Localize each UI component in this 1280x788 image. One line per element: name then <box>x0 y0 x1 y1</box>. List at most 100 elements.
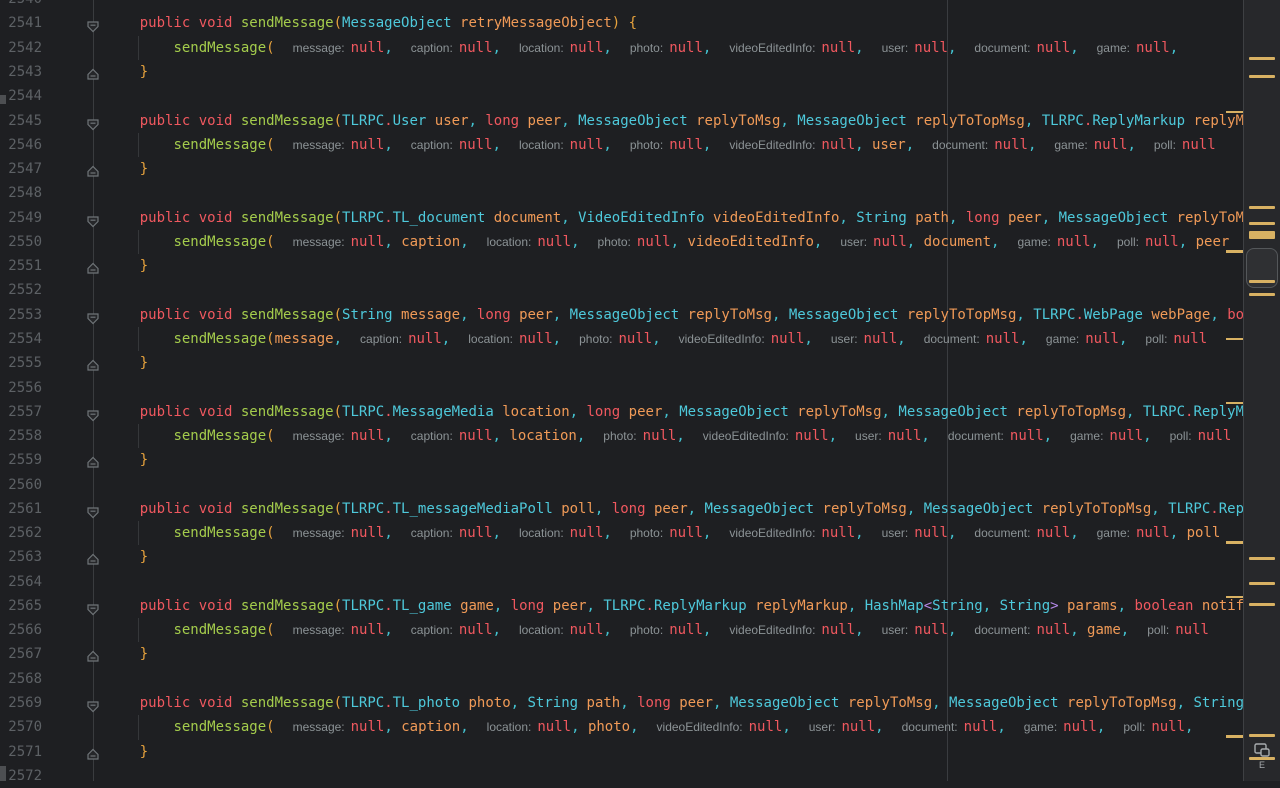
code-line[interactable]: 2561 public void sendMessage(TLRPC.TL_me… <box>0 497 1280 521</box>
line-number[interactable]: 2557 <box>0 400 42 424</box>
fold-end-icon[interactable] <box>86 647 100 663</box>
code-line[interactable]: 2564 <box>0 570 1280 594</box>
scrollbar-warning-mark[interactable] <box>1249 582 1275 585</box>
scrollbar-track[interactable] <box>1243 0 1280 781</box>
line-number[interactable]: 2553 <box>0 303 42 327</box>
scrollbar-warning-mark[interactable] <box>1249 734 1275 737</box>
line-number[interactable]: 2569 <box>0 691 42 715</box>
fold-start-icon[interactable] <box>86 16 100 33</box>
code-text[interactable] <box>106 376 1280 400</box>
line-number[interactable]: 2542 <box>0 36 42 60</box>
line-number[interactable]: 2571 <box>0 740 42 764</box>
line-number[interactable]: 2546 <box>0 133 42 157</box>
line-number[interactable]: 2567 <box>0 642 42 666</box>
code-line[interactable]: 2572 <box>0 764 1280 788</box>
scrollbar-warning-mark[interactable] <box>1249 206 1275 209</box>
code-text[interactable]: sendMessage(message: null, caption: null, l… <box>106 424 1280 448</box>
code-line[interactable]: 2567 } <box>0 642 1280 666</box>
fold-start-icon[interactable] <box>86 308 100 325</box>
line-number[interactable]: 2556 <box>0 376 42 400</box>
code-text[interactable] <box>106 570 1280 594</box>
code-text[interactable]: public void sendMessage(MessageObject re… <box>106 11 1280 35</box>
code-line[interactable]: 2571 } <box>0 740 1280 764</box>
line-number[interactable]: 2552 <box>0 278 42 302</box>
line-number[interactable]: 2545 <box>0 109 42 133</box>
code-text[interactable] <box>106 181 1280 205</box>
line-number[interactable]: 2550 <box>0 230 42 254</box>
line-number[interactable]: 2563 <box>0 545 42 569</box>
code-text[interactable]: sendMessage(message: null, caption: null, lo… <box>106 618 1280 642</box>
fold-end-icon[interactable] <box>86 550 100 566</box>
code-text[interactable]: public void sendMessage(TLRPC.TL_documen… <box>106 206 1280 230</box>
scrollbar-warning-mark[interactable] <box>1249 231 1275 239</box>
line-number[interactable]: 2549 <box>0 206 42 230</box>
code-line[interactable]: 2547 } <box>0 157 1280 181</box>
code-text[interactable]: public void sendMessage(TLRPC.TL_photo p… <box>106 691 1280 715</box>
code-text[interactable] <box>106 0 1280 11</box>
editor-corner-widget[interactable]: E <box>1250 743 1274 777</box>
code-line[interactable]: 2553 public void sendMessage(String mess… <box>0 303 1280 327</box>
code-text[interactable]: public void sendMessage(TLRPC.TL_message… <box>106 497 1280 521</box>
fold-end-icon[interactable] <box>86 65 100 80</box>
line-number[interactable]: 2544 <box>0 84 42 108</box>
fold-end-icon[interactable] <box>86 745 100 760</box>
code-line[interactable]: 2565 public void sendMessage(TLRPC.TL_ga… <box>0 594 1280 618</box>
code-text[interactable] <box>106 473 1280 497</box>
code-line[interactable]: 2549 public void sendMessage(TLRPC.TL_do… <box>0 206 1280 230</box>
line-number[interactable]: 2554 <box>0 327 42 351</box>
code-line[interactable]: 2545 public void sendMessage(TLRPC.User … <box>0 109 1280 133</box>
fold-end-icon[interactable] <box>86 162 100 177</box>
scrollbar-warning-mark[interactable] <box>1249 557 1275 560</box>
code-line[interactable]: 2560 <box>0 473 1280 497</box>
line-number[interactable]: 2572 <box>0 764 42 788</box>
code-text[interactable] <box>106 84 1280 108</box>
line-number[interactable]: 2560 <box>0 473 42 497</box>
scrollbar-warning-mark[interactable] <box>1249 603 1275 606</box>
line-number[interactable]: 2562 <box>0 521 42 545</box>
line-number[interactable]: 2540 <box>0 0 42 11</box>
fold-end-icon[interactable] <box>86 356 100 371</box>
code-line[interactable]: 2546 sendMessage(message: null, caption: nu… <box>0 133 1280 157</box>
code-line[interactable]: 2550 sendMessage(message: null, caption, l… <box>0 230 1280 254</box>
code-editor[interactable]: 25402541 public void sendMessage(Message… <box>0 0 1280 784</box>
code-text[interactable]: } <box>106 545 1280 569</box>
line-number[interactable]: 2561 <box>0 497 42 521</box>
code-line[interactable]: 2568 <box>0 667 1280 691</box>
code-line[interactable]: 2569 public void sendMessage(TLRPC.TL_ph… <box>0 691 1280 715</box>
code-line[interactable]: 2570 sendMessage(message: null, caption, l… <box>0 715 1280 739</box>
code-text[interactable]: sendMessage(message: null, caption, locati… <box>106 715 1280 739</box>
code-text[interactable]: } <box>106 254 1280 278</box>
fold-end-icon[interactable] <box>86 259 100 274</box>
fold-start-icon[interactable] <box>86 211 100 227</box>
fold-start-icon[interactable] <box>86 405 100 422</box>
line-number[interactable]: 2568 <box>0 667 42 691</box>
code-line[interactable]: 2563 } <box>0 545 1280 569</box>
code-text[interactable]: sendMessage(message: null, caption, locati… <box>106 230 1280 254</box>
code-text[interactable]: public void sendMessage(TLRPC.TL_game ga… <box>106 594 1280 618</box>
code-line[interactable]: 2548 <box>0 181 1280 205</box>
line-number[interactable]: 2566 <box>0 618 42 642</box>
line-number[interactable]: 2559 <box>0 448 42 472</box>
code-text[interactable]: } <box>106 60 1280 84</box>
code-line[interactable]: 2541 public void sendMessage(MessageObje… <box>0 11 1280 35</box>
code-line[interactable]: 2540 <box>0 0 1280 11</box>
fold-start-icon[interactable] <box>86 114 100 130</box>
code-line[interactable]: 2544 <box>0 84 1280 108</box>
code-line[interactable]: 2542 sendMessage(message: null, caption: nu… <box>0 36 1280 60</box>
line-number[interactable]: 2547 <box>0 157 42 181</box>
code-line[interactable]: 2551 } <box>0 254 1280 278</box>
code-line[interactable]: 2554 sendMessage(message, caption: null, lo… <box>0 327 1280 351</box>
code-text[interactable]: } <box>106 448 1280 472</box>
code-text[interactable]: public void sendMessage(String message, … <box>106 303 1280 327</box>
code-line[interactable]: 2555 } <box>0 351 1280 375</box>
code-text[interactable]: } <box>106 351 1280 375</box>
line-number[interactable]: 2551 <box>0 254 42 278</box>
code-line[interactable]: 2558 sendMessage(message: null, caption: nu… <box>0 424 1280 448</box>
code-text[interactable]: sendMessage(message: null, caption: null, lo… <box>106 133 1280 157</box>
code-text[interactable]: public void sendMessage(TLRPC.User user,… <box>106 109 1280 133</box>
code-text[interactable]: sendMessage(message: null, caption: null, lo… <box>106 36 1280 60</box>
line-number[interactable]: 2548 <box>0 181 42 205</box>
fold-start-icon[interactable] <box>86 599 100 616</box>
scrollbar-warning-mark[interactable] <box>1249 293 1275 296</box>
code-text[interactable]: sendMessage(message, caption: null, locatio… <box>106 327 1280 351</box>
